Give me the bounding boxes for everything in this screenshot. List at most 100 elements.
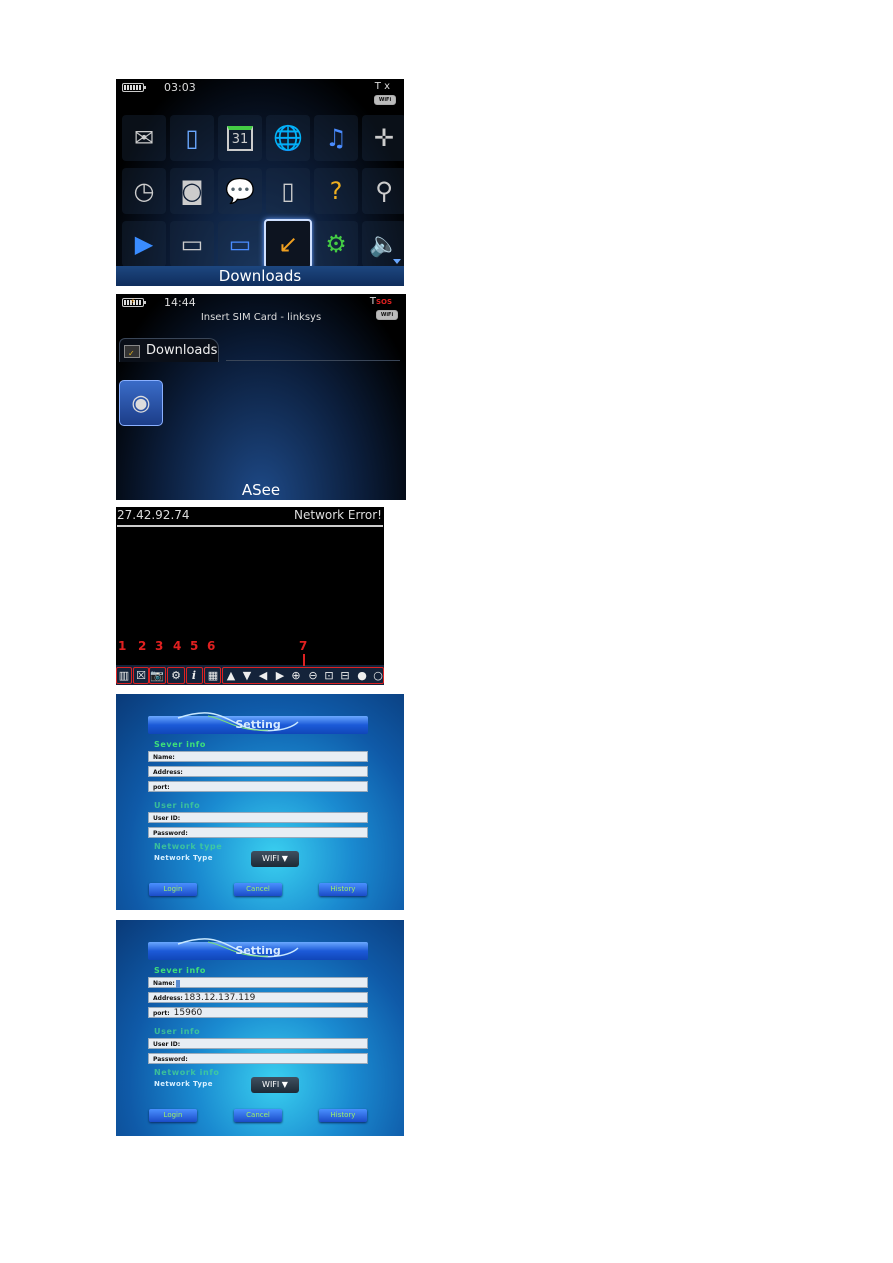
- address-field[interactable]: Address:183.12.137.119: [148, 992, 368, 1003]
- tab-divider: [226, 360, 400, 361]
- calendar-day: 31: [226, 125, 254, 151]
- text-cursor: [175, 979, 180, 988]
- port-label: port:: [153, 784, 170, 791]
- settings-title-bar: Setting: [148, 938, 368, 960]
- folder-settings-icon[interactable]: ⚙: [314, 221, 358, 267]
- name-field[interactable]: Name:: [148, 751, 368, 762]
- address-label: Address:: [153, 769, 183, 776]
- settings-title: Setting: [235, 718, 281, 731]
- port-field[interactable]: port: 15960: [148, 1007, 368, 1018]
- search-icon[interactable]: ⚲: [362, 168, 404, 214]
- folder-icon[interactable]: ▭: [170, 221, 214, 267]
- media-icon[interactable]: ♫: [314, 115, 358, 161]
- network-type-select[interactable]: WIFI ▼: [251, 851, 299, 867]
- clock-icon[interactable]: ◷: [122, 168, 166, 214]
- battery-full-icon: [122, 83, 146, 92]
- cancel-button[interactable]: Cancel: [234, 883, 282, 896]
- settings-filled-screenshot: Setting Sever info Name: Address:183.12.…: [116, 920, 404, 1136]
- settings-empty-screenshot: Setting Sever info Name: Address: port: …: [116, 694, 404, 910]
- user-info-heading: User info: [154, 1027, 201, 1036]
- video-icon[interactable]: ▶: [122, 221, 166, 267]
- user-id-label: User ID:: [153, 815, 181, 822]
- user-id-label: User ID:: [153, 1041, 181, 1048]
- contacts-icon[interactable]: ▯: [170, 115, 214, 161]
- name-label: Name:: [153, 980, 175, 987]
- address-value: 183.12.137.119: [183, 993, 256, 1003]
- network-info-heading: Network type: [154, 842, 223, 851]
- user-info-heading: User info: [154, 801, 201, 810]
- signal-icon: T x: [374, 81, 390, 92]
- network-type-select[interactable]: WIFI ▼: [251, 1077, 299, 1093]
- name-field[interactable]: Name:: [148, 977, 368, 988]
- connection-status: Network Error!: [294, 508, 382, 522]
- callout-box-6: [204, 667, 221, 684]
- setup-icon[interactable]: ▯: [266, 168, 310, 214]
- settings-title: Setting: [235, 944, 281, 957]
- address-label: Address:: [153, 995, 183, 1002]
- folder-games-icon[interactable]: ▭: [218, 221, 262, 267]
- user-id-field[interactable]: User ID:: [148, 1038, 368, 1049]
- callout-number-6: 6: [207, 639, 216, 653]
- callout-number-1: 1: [118, 639, 127, 653]
- home-screen-screenshot: 03:03 T x WiFi ✉ ▯ 31 🌐 ♫ ✛ ◷ ◙ 💬 ▯ ? ⚲ …: [116, 79, 404, 286]
- scroll-down-icon[interactable]: [393, 259, 401, 264]
- callout-leader-7: [303, 654, 305, 666]
- selected-app-label: Downloads: [116, 266, 404, 286]
- wifi-icon: WiFi: [374, 95, 396, 105]
- callout-box-2: [133, 667, 149, 684]
- callout-box-3: [149, 667, 166, 684]
- user-id-field[interactable]: User ID:: [148, 812, 368, 823]
- password-label: Password:: [153, 830, 188, 837]
- port-label: port:: [153, 1010, 170, 1017]
- header-divider: [117, 525, 383, 527]
- history-button[interactable]: History: [319, 1109, 367, 1122]
- history-button[interactable]: History: [319, 883, 367, 896]
- downloads-folder-icon[interactable]: ↙: [264, 219, 312, 269]
- bbm-icon[interactable]: 💬: [218, 168, 262, 214]
- clock-time: 03:03: [164, 81, 196, 94]
- server-info-heading: Sever info: [154, 966, 206, 975]
- settings-title-bar: Setting: [148, 712, 368, 734]
- tab-label: Downloads: [146, 343, 218, 358]
- downloads-tab[interactable]: Downloads: [119, 338, 219, 366]
- maps-icon[interactable]: ✛: [362, 115, 404, 161]
- messages-icon[interactable]: ✉: [122, 115, 166, 161]
- callout-box-5: [186, 667, 203, 684]
- password-field[interactable]: Password:: [148, 827, 368, 838]
- camera-icon[interactable]: ◙: [170, 168, 214, 214]
- battery-charging-icon: ⚡: [122, 298, 146, 307]
- port-value: 15960: [173, 1008, 203, 1018]
- help-icon[interactable]: ?: [314, 168, 358, 214]
- status-bar: 03:03 T x WiFi: [116, 79, 404, 107]
- downloads-screen-screenshot: ⚡ 14:44 TSOS WiFi Insert SIM Card - link…: [116, 294, 406, 500]
- selected-app-label: ASee: [241, 481, 281, 499]
- browser-icon[interactable]: 🌐: [266, 115, 310, 161]
- port-field[interactable]: port:: [148, 781, 368, 792]
- network-type-label: Network Type: [154, 854, 213, 862]
- calendar-icon[interactable]: 31: [218, 115, 262, 161]
- address-field[interactable]: Address:: [148, 766, 368, 777]
- password-label: Password:: [153, 1056, 188, 1063]
- network-status: Insert SIM Card - linksys: [200, 312, 322, 323]
- name-label: Name:: [153, 754, 175, 761]
- camera-ip: 27.42.92.74: [117, 508, 190, 522]
- network-info-heading: Network info: [154, 1068, 220, 1077]
- signal-icon: TSOS: [369, 296, 392, 307]
- password-field[interactable]: Password:: [148, 1053, 368, 1064]
- asee-app-icon[interactable]: ◉: [119, 380, 163, 426]
- callout-box-1: [116, 667, 132, 684]
- viewer-screen-screenshot: 27.42.92.74 Network Error! ▥ ☒ 📷 ⚙ i ▦ ▲ ▼ ◀ ▶ ⊕ ⊖ ⊡…: [116, 507, 384, 685]
- cancel-button[interactable]: Cancel: [234, 1109, 282, 1122]
- callout-number-2: 2: [138, 639, 147, 653]
- callout-number-3: 3: [155, 639, 164, 653]
- callout-number-7: 7: [299, 639, 308, 653]
- server-info-heading: Sever info: [154, 740, 206, 749]
- callout-box-7: [222, 667, 384, 684]
- callout-number-4: 4: [173, 639, 182, 653]
- login-button[interactable]: Login: [149, 1109, 197, 1122]
- folder-icon: [124, 342, 140, 366]
- clock-time: 14:44: [164, 296, 196, 309]
- callout-box-4: [167, 667, 185, 684]
- login-button[interactable]: Login: [149, 883, 197, 896]
- network-type-label: Network Type: [154, 1080, 213, 1088]
